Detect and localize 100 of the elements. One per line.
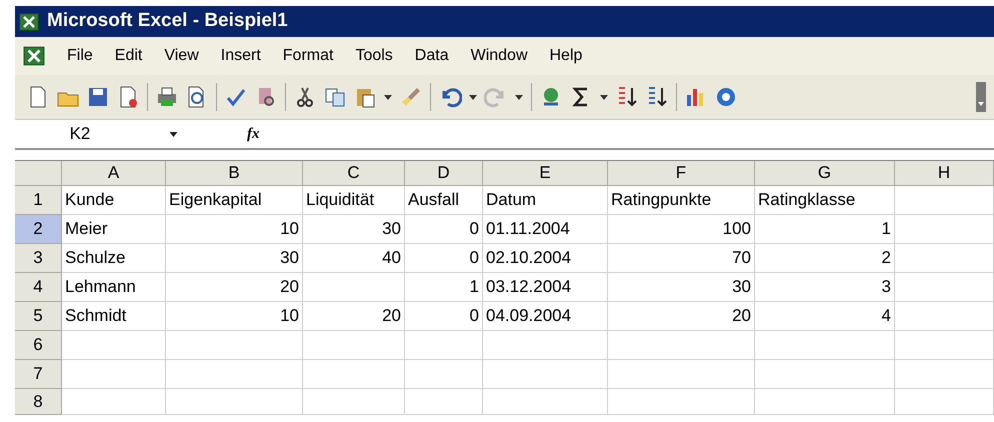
column-header[interactable]: B <box>166 161 303 186</box>
toolbar-options-icon[interactable] <box>976 82 986 112</box>
table-cell[interactable]: 70 <box>608 244 755 273</box>
table-cell[interactable]: Datum <box>483 186 608 215</box>
table-cell[interactable]: 0 <box>405 215 483 244</box>
table-cell[interactable] <box>303 389 405 415</box>
table-cell[interactable]: 1 <box>405 273 483 302</box>
table-cell[interactable] <box>62 360 166 389</box>
column-header[interactable]: H <box>895 161 994 186</box>
table-cell[interactable] <box>303 331 405 360</box>
table-cell[interactable] <box>62 389 166 415</box>
table-cell[interactable] <box>608 331 755 360</box>
table-cell[interactable] <box>303 360 405 389</box>
table-cell[interactable]: 10 <box>166 302 303 331</box>
table-cell[interactable] <box>895 186 994 215</box>
table-cell[interactable] <box>166 389 303 415</box>
caret-icon[interactable] <box>384 94 392 100</box>
row-header[interactable]: 5 <box>15 302 62 331</box>
column-header[interactable]: C <box>303 161 405 186</box>
table-cell[interactable] <box>895 360 994 389</box>
spreadsheet-icon <box>19 12 39 30</box>
menu-item[interactable]: Tools <box>355 44 393 68</box>
table-cell[interactable]: 1 <box>755 215 895 244</box>
table-cell[interactable]: 30 <box>166 244 303 273</box>
table-cell[interactable]: 02.10.2004 <box>483 244 608 273</box>
table-cell[interactable]: 03.12.2004 <box>483 273 608 302</box>
menu-item[interactable]: Data <box>414 44 449 68</box>
table-cell[interactable] <box>405 360 483 389</box>
row-header[interactable]: 7 <box>15 360 62 389</box>
menu-item[interactable]: Insert <box>220 44 261 68</box>
table-cell[interactable]: Ratingklasse <box>755 186 895 215</box>
table-cell[interactable] <box>895 389 994 415</box>
row-header[interactable]: 2 <box>15 215 62 244</box>
spreadsheet-icon <box>23 46 45 66</box>
column-header[interactable]: D <box>405 161 483 186</box>
table-cell[interactable] <box>483 360 608 389</box>
row-header[interactable]: 1 <box>15 186 62 215</box>
table-cell[interactable]: Ratingpunkte <box>608 186 755 215</box>
table-cell[interactable]: 4 <box>755 302 895 331</box>
row-header[interactable]: 4 <box>15 273 62 302</box>
table-cell[interactable]: 10 <box>166 215 303 244</box>
table-cell[interactable] <box>62 331 166 360</box>
row-header[interactable]: 8 <box>15 389 62 415</box>
table-cell[interactable] <box>755 360 895 389</box>
menu-item[interactable]: Window <box>470 44 528 68</box>
table-cell[interactable]: 30 <box>608 273 755 302</box>
table-cell[interactable] <box>895 302 994 331</box>
row-header[interactable]: 3 <box>15 244 62 273</box>
table-cell[interactable]: 30 <box>303 215 405 244</box>
table-cell[interactable] <box>608 389 755 415</box>
caret-icon[interactable] <box>600 94 608 100</box>
table-cell[interactable]: Schulze <box>62 244 166 273</box>
table-cell[interactable] <box>895 215 994 244</box>
menu-item[interactable]: File <box>67 44 93 68</box>
menu-item[interactable]: Edit <box>114 44 142 68</box>
table-cell[interactable] <box>608 360 755 389</box>
table-cell[interactable]: 0 <box>405 244 483 273</box>
table-cell[interactable] <box>405 331 483 360</box>
window-title: Microsoft Excel - Beispiel1 <box>47 9 288 34</box>
table-cell[interactable] <box>895 273 994 302</box>
table-cell[interactable]: Kunde <box>62 186 166 215</box>
row-header[interactable]: 6 <box>15 331 62 360</box>
menu-item[interactable]: View <box>164 44 199 68</box>
corner-header[interactable] <box>15 161 62 186</box>
dropdown-caret-icon[interactable] <box>169 132 178 136</box>
table-cell[interactable] <box>166 331 303 360</box>
table-cell[interactable]: Ausfall <box>405 186 483 215</box>
table-cell[interactable]: Lehmann <box>62 273 166 302</box>
table-cell[interactable]: 20 <box>166 273 303 302</box>
table-cell[interactable]: Meier <box>62 215 166 244</box>
table-cell[interactable] <box>303 273 405 302</box>
table-cell[interactable]: Liquidität <box>303 186 405 215</box>
table-cell[interactable]: 04.09.2004 <box>483 302 608 331</box>
table-cell[interactable]: 3 <box>755 273 895 302</box>
table-cell[interactable]: Schmidt <box>62 302 166 331</box>
table-cell[interactable] <box>755 331 895 360</box>
table-cell[interactable]: 2 <box>755 244 895 273</box>
function-label[interactable]: fx <box>247 122 260 146</box>
table-cell[interactable] <box>483 389 608 415</box>
table-cell[interactable]: 100 <box>608 215 755 244</box>
column-header[interactable]: G <box>755 161 895 186</box>
table-cell[interactable]: 01.11.2004 <box>483 215 608 244</box>
table-cell[interactable] <box>895 331 994 360</box>
table-cell[interactable] <box>483 331 608 360</box>
table-cell[interactable]: 20 <box>608 302 755 331</box>
table-cell[interactable]: Eigenkapital <box>166 186 303 215</box>
column-header[interactable]: E <box>483 161 608 186</box>
table-cell[interactable]: 40 <box>303 244 405 273</box>
caret-icon[interactable] <box>515 94 523 100</box>
table-cell[interactable] <box>405 389 483 415</box>
table-cell[interactable] <box>755 389 895 415</box>
table-cell[interactable] <box>166 360 303 389</box>
table-cell[interactable]: 0 <box>405 302 483 331</box>
caret-icon[interactable] <box>469 94 477 100</box>
table-cell[interactable]: 20 <box>303 302 405 331</box>
table-cell[interactable] <box>895 244 994 273</box>
menu-item[interactable]: Format <box>282 44 334 68</box>
column-header[interactable]: F <box>608 161 755 186</box>
column-header[interactable]: A <box>62 161 166 186</box>
menu-item[interactable]: Help <box>550 44 582 68</box>
